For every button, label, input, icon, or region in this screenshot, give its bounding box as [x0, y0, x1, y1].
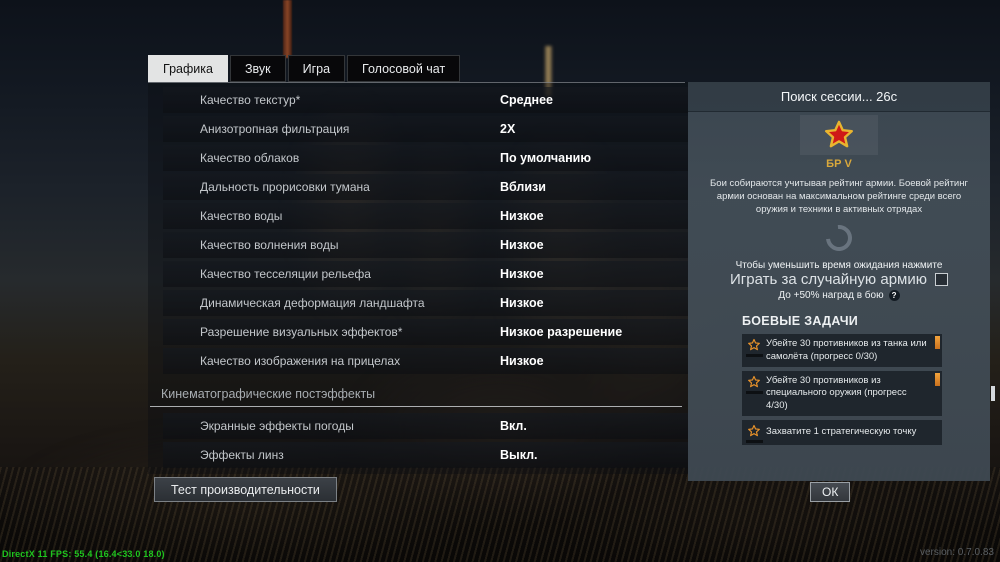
- setting-value: Низкое: [500, 238, 544, 252]
- tab-graphics[interactable]: Графика: [148, 55, 228, 82]
- setting-label: Дальность прорисовки тумана: [200, 180, 370, 194]
- setting-row-vfx-resolution[interactable]: Разрешение визуальных эффектов* Низкое р…: [163, 319, 688, 345]
- setting-row-scope-image-quality[interactable]: Качество изображения на прицелах Низкое: [163, 348, 688, 374]
- setting-value: Вблизи: [500, 180, 546, 194]
- setting-label: Качество изображения на прицелах: [200, 354, 400, 368]
- task-text: Убейте 30 противников из специального ор…: [766, 375, 930, 412]
- setting-label: Анизотропная фильтрация: [200, 122, 349, 136]
- random-army-row: Играть за случайную армию: [688, 271, 990, 288]
- setting-row-lens-effects[interactable]: Эффекты линз Выкл.: [163, 442, 688, 468]
- battle-task-tank-plane-kills: Убейте 30 противников из танка или самол…: [742, 334, 942, 367]
- setting-row-fog-distance[interactable]: Дальность прорисовки тумана Вблизи: [163, 174, 688, 200]
- help-icon[interactable]: ?: [889, 290, 900, 301]
- setting-label: Разрешение визуальных эффектов*: [200, 325, 402, 339]
- setting-row-water-quality[interactable]: Качество воды Низкое: [163, 203, 688, 229]
- matchmaking-description: Бои собираются учитывая рейтинг армии. Б…: [701, 177, 977, 216]
- setting-row-anisotropic-filtering[interactable]: Анизотропная фильтрация 2X: [163, 116, 688, 142]
- setting-label: Качество воды: [200, 209, 282, 223]
- battle-rating-label: БР V: [688, 158, 990, 170]
- setting-value: Низкое: [500, 267, 544, 281]
- setting-value: Низкое: [500, 354, 544, 368]
- setting-row-terrain-tessellation[interactable]: Качество тесселяции рельефа Низкое: [163, 261, 688, 287]
- setting-value: Низкое разрешение: [500, 325, 622, 339]
- setting-label: Эффекты линз: [200, 448, 284, 462]
- wait-time-hint: Чтобы уменьшить время ожидания нажмите: [688, 260, 990, 271]
- setting-label: Экранные эффекты погоды: [200, 419, 354, 433]
- setting-value: Низкое: [500, 296, 544, 310]
- setting-value: Низкое: [500, 209, 544, 223]
- session-search-panel: Поиск сессии... 26с БР V Бои собираются …: [688, 82, 990, 481]
- battle-task-capture-point: Захватите 1 стратегическую точку: [742, 420, 942, 445]
- setting-row-water-waves-quality[interactable]: Качество волнения воды Низкое: [163, 232, 688, 258]
- benchmark-button[interactable]: Тест производительности: [154, 477, 337, 502]
- setting-value: По умолчанию: [500, 151, 591, 165]
- setting-label: Качество тесселяции рельефа: [200, 267, 371, 281]
- scrollbar-thumb[interactable]: [991, 386, 995, 401]
- task-star-icon: [747, 424, 761, 438]
- setting-row-cloud-quality[interactable]: Качество облаков По умолчанию: [163, 145, 688, 171]
- setting-row-weather-screen-effects[interactable]: Экранные эффекты погоды Вкл.: [163, 413, 688, 439]
- version-label: version: 0.7.0.83: [920, 547, 994, 558]
- posteffects-settings-list: Экранные эффекты погоды Вкл. Эффекты лин…: [163, 413, 688, 471]
- random-army-checkbox[interactable]: [935, 273, 948, 286]
- setting-row-landscape-deformation[interactable]: Динамическая деформация ландшафта Низкое: [163, 290, 688, 316]
- reward-note-row: До +50% наград в бою ?: [688, 290, 990, 301]
- task-bookmark-marker: [935, 373, 940, 386]
- setting-label: Качество текстур*: [200, 93, 300, 107]
- setting-row-texture-quality[interactable]: Качество текстур* Среднее: [163, 87, 688, 113]
- settings-tab-bar: Графика Звук Игра Голосовой чат: [148, 55, 460, 82]
- red-star-icon: [823, 119, 855, 151]
- task-star-icon: [747, 338, 761, 352]
- tab-underline: [148, 82, 685, 83]
- task-bookmark-marker: [935, 336, 940, 349]
- setting-value: 2X: [500, 122, 515, 136]
- setting-value: Среднее: [500, 93, 553, 107]
- tab-game[interactable]: Игра: [288, 55, 345, 82]
- setting-value: Выкл.: [500, 448, 538, 462]
- rifle-barrel-background: [283, 0, 292, 58]
- section-divider: [150, 406, 682, 407]
- reward-note-label: До +50% наград в бою: [778, 290, 883, 301]
- loading-spinner: [821, 220, 858, 257]
- battle-tasks-header: БОЕВЫЕ ЗАДАЧИ: [742, 314, 990, 328]
- battle-task-list: Убейте 30 противников из танка или самол…: [742, 334, 942, 445]
- setting-label: Качество облаков: [200, 151, 299, 165]
- session-search-title: Поиск сессии... 26с: [688, 82, 990, 112]
- ok-button[interactable]: ОК: [810, 482, 850, 502]
- tab-sound[interactable]: Звук: [230, 55, 286, 82]
- graphics-settings-list: Качество текстур* Среднее Анизотропная ф…: [163, 87, 688, 377]
- random-army-label: Играть за случайную армию: [730, 271, 927, 288]
- task-progress-bar: [746, 440, 763, 443]
- battle-task-special-weapon-kills: Убейте 30 противников из специального ор…: [742, 371, 942, 416]
- setting-value: Вкл.: [500, 419, 527, 433]
- tab-voice-chat[interactable]: Голосовой чат: [347, 55, 460, 82]
- setting-label: Динамическая деформация ландшафта: [200, 296, 425, 310]
- task-text: Убейте 30 противников из танка или самол…: [766, 338, 930, 363]
- fps-counter: DirectX 11 FPS: 55.4 (16.4<33.0 18.0): [2, 549, 165, 559]
- task-progress-bar: [746, 391, 763, 394]
- task-progress-bar: [746, 354, 763, 357]
- section-header-cinematic-posteffects: Кинематографические постэффекты: [161, 387, 375, 401]
- army-emblem-box: [800, 115, 878, 155]
- task-star-icon: [747, 375, 761, 389]
- setting-label: Качество волнения воды: [200, 238, 338, 252]
- task-text: Захватите 1 стратегическую точку: [766, 426, 916, 438]
